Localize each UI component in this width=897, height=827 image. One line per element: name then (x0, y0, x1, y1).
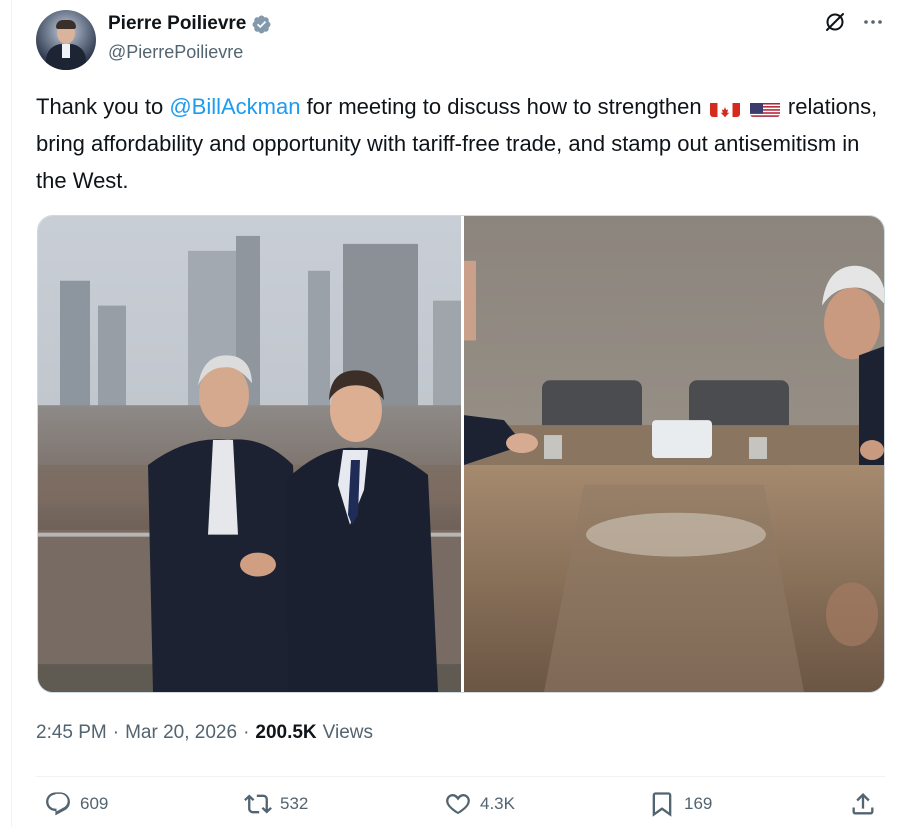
conference-table-photo[interactable] (464, 216, 884, 692)
tweet-text-part: Thank you to (36, 94, 170, 119)
tweet-date[interactable]: Mar 20, 2026 (125, 722, 237, 744)
author-display-name[interactable]: Pierre Poilievre (108, 13, 246, 35)
tweet-text-part: for meeting to discuss how to strengthen (300, 94, 708, 119)
bookmark-icon (652, 792, 672, 817)
like-button[interactable]: 4.3K (444, 790, 515, 818)
timeline-border (11, 0, 12, 827)
mention-link[interactable]: @BillAckman (169, 94, 300, 119)
author-name-row[interactable]: Pierre Poilievre (108, 13, 272, 35)
more-icon[interactable] (861, 10, 885, 34)
meta-separator: · (243, 722, 250, 743)
reply-icon (46, 792, 70, 816)
views-label: Views (322, 722, 374, 743)
usa-flag-icon (749, 97, 780, 117)
tweet-header: Pierre Poilievre @PierrePoilievre (36, 10, 885, 70)
canada-flag-icon (709, 97, 740, 117)
handshake-photo[interactable] (38, 216, 461, 692)
share-icon (852, 793, 874, 815)
like-count: 4.3K (480, 794, 515, 813)
reply-button[interactable]: 609 (44, 790, 108, 818)
divider (36, 776, 885, 777)
author-handle[interactable]: @PierrePoilievre (108, 42, 243, 63)
reply-count: 609 (80, 794, 109, 813)
tweet-time[interactable]: 2:45 PM (36, 722, 107, 744)
heart-icon (446, 794, 470, 815)
repost-count: 532 (280, 794, 309, 813)
share-button[interactable] (849, 790, 877, 818)
grok-icon[interactable] (823, 10, 847, 34)
tweet-text: Thank you to @BillAckman for meeting to … (36, 88, 881, 199)
bookmark-count: 169 (684, 794, 713, 813)
meta-separator: · (112, 722, 120, 743)
bookmark-button[interactable]: 169 (648, 790, 712, 818)
views-count[interactable]: 200.5K (255, 722, 316, 744)
tweet-meta: 2:45 PM · Mar 20, 2026 · 200.5K Views (36, 722, 373, 744)
action-bar: 609 532 4.3K 169 (36, 790, 885, 826)
media-grid (37, 215, 885, 693)
repost-icon (244, 794, 272, 814)
verified-badge-icon (252, 15, 271, 33)
repost-button[interactable]: 532 (244, 790, 308, 818)
avatar[interactable] (36, 10, 96, 70)
